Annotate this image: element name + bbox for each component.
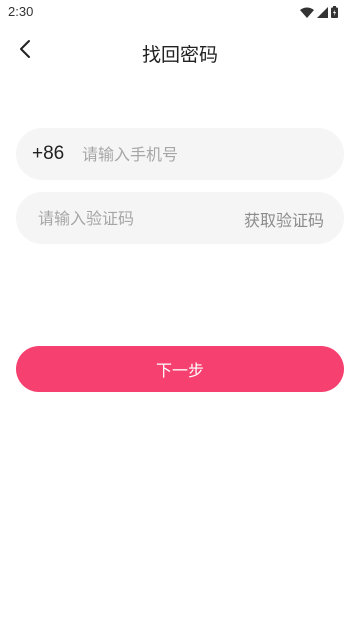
- status-time: 2:30: [8, 4, 34, 19]
- status-icons: [300, 6, 338, 18]
- get-code-button[interactable]: 获取验证码: [244, 207, 324, 231]
- verification-code-input[interactable]: [38, 206, 218, 230]
- signal-icon: [317, 6, 328, 18]
- find-password-screen: 2:30 找回密码 +86 请输入手机号 请输入验证码 获取验证码 下一步: [0, 0, 360, 640]
- top-bar: 找回密码: [0, 32, 360, 72]
- country-code[interactable]: +86: [32, 143, 64, 165]
- phone-field-row: +86: [16, 128, 344, 180]
- battery-icon: [331, 6, 338, 18]
- wifi-icon: [300, 7, 314, 18]
- next-button[interactable]: 下一步: [16, 346, 344, 392]
- page-title: 找回密码: [141, 44, 218, 66]
- status-bar: 2:30: [0, 0, 360, 24]
- phone-input[interactable]: [82, 142, 322, 166]
- code-field-row: 获取验证码: [16, 192, 344, 244]
